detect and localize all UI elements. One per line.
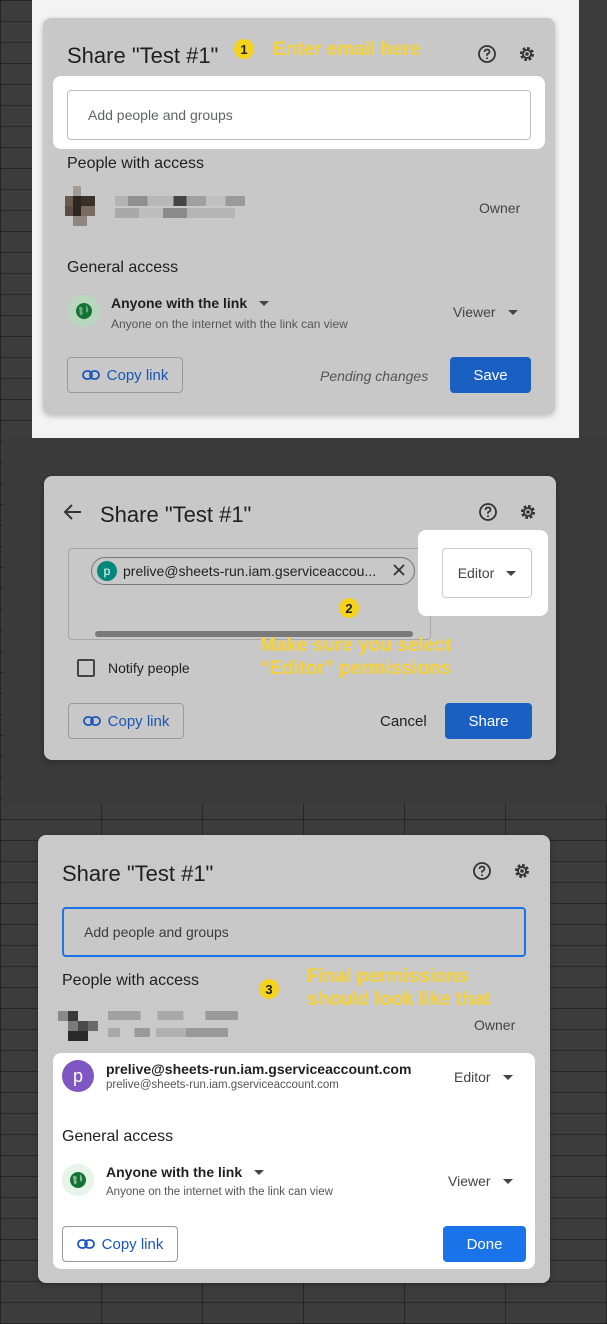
people-heading: People with access [62,972,199,989]
copy-link-button[interactable]: Copy link [62,1226,178,1262]
gear-icon[interactable] [510,859,534,883]
caret-down-icon [259,300,270,306]
owner-avatar-blurred [58,1011,98,1041]
access-role-label: Viewer [448,1173,491,1189]
copy-link-label: Copy link [107,712,170,730]
access-scope-dropdown[interactable]: Anyone with the link [111,295,270,311]
user-role-label: Editor [454,1069,491,1085]
access-scope-dropdown[interactable]: Anyone with the link [106,1164,265,1180]
copy-link-label: Copy link [101,1235,164,1253]
pending-changes: Pending changes [320,368,429,384]
gear-icon[interactable] [516,500,540,524]
access-role-dropdown[interactable]: Viewer [448,1173,513,1189]
recipients-field[interactable]: p prelive@sheets-run.iam.gserviceaccou..… [68,548,431,640]
access-desc: Anyone on the internet with the link can… [111,317,348,331]
share-button[interactable]: Share [445,703,532,739]
step-badge-2: 2 [339,598,359,618]
share-dialog-3: Share "Test #1" Add people and groups Pe… [38,835,550,1283]
general-access-heading: General access [62,1128,174,1145]
role-dropdown[interactable]: Editor [442,548,532,598]
help-icon[interactable] [470,859,494,883]
caret-down-icon [507,309,518,315]
owner-role: Owner [479,200,521,216]
copy-link-button[interactable]: Copy link [67,357,183,393]
share-dialog-1: Share "Test #1" 1 Enter email here Add p… [43,18,555,414]
dialog-title: Share "Test #1" [100,502,252,527]
people-heading: People with access [67,155,204,172]
link-icon [76,1239,95,1249]
share-dialog-2: Share "Test #1" p prelive@sheets-run.iam… [44,476,556,760]
caret-down-icon [254,1169,265,1175]
close-icon[interactable] [392,563,406,582]
help-icon[interactable] [476,500,500,524]
annotation-2-line2: “Editor” permissions [260,658,452,679]
caret-down-icon [502,1074,513,1080]
access-scope-label: Anyone with the link [106,1164,243,1180]
user-email: prelive@sheets-run.iam.gserviceaccount.c… [106,1079,339,1091]
user-name: prelive@sheets-run.iam.gserviceaccount.c… [106,1061,412,1077]
user-role-dropdown[interactable]: Editor [454,1069,513,1085]
chip-email: prelive@sheets-run.iam.gserviceaccou... [123,563,377,579]
chip-avatar: p [97,561,117,581]
step-badge-1: 1 [234,39,254,59]
caret-down-icon [502,1178,513,1184]
annotation-3-line1: Final permissions [307,966,469,987]
owner-name-blurred [115,196,245,226]
step-badge-3: 3 [259,979,279,999]
role-label: Editor [457,565,495,581]
dialog-title: Share "Test #1" [62,861,214,886]
dialog-title: Share "Test #1" [67,43,219,68]
cancel-button[interactable]: Cancel [380,713,427,730]
screenshot-1-backdrop-right [579,0,607,438]
access-scope-label: Anyone with the link [111,295,248,311]
owner-role: Owner [474,1017,516,1033]
general-access-heading: General access [67,259,179,276]
notify-label: Notify people [108,660,190,676]
user-avatar: p [62,1060,94,1092]
globe-icon [68,295,100,327]
recipient-chip[interactable]: p prelive@sheets-run.iam.gserviceaccou..… [91,557,415,585]
access-desc: Anyone on the internet with the link can… [106,1186,333,1198]
annotation-3-line2: should look like that [307,989,491,1010]
globe-icon [62,1164,94,1196]
owner-avatar-blurred [65,186,97,226]
link-icon [81,370,100,380]
done-button[interactable]: Done [443,1226,526,1262]
save-button[interactable]: Save [450,357,531,393]
back-arrow-icon[interactable] [61,500,85,524]
annotation-1: Enter email here [273,39,421,60]
gear-icon[interactable] [515,42,539,66]
caret-down-icon [506,570,517,576]
help-icon[interactable] [475,42,499,66]
access-role-label: Viewer [453,304,496,320]
link-icon [82,716,101,726]
owner-name-blurred [108,1011,238,1039]
add-people-input[interactable]: Add people and groups [67,90,531,140]
add-people-input[interactable]: Add people and groups [62,907,526,957]
annotation-2-line1: Make sure you select [260,635,452,656]
notify-checkbox[interactable] [77,659,95,677]
access-role-dropdown[interactable]: Viewer [453,304,518,320]
copy-link-button[interactable]: Copy link [68,703,184,739]
copy-link-label: Copy link [106,366,169,384]
